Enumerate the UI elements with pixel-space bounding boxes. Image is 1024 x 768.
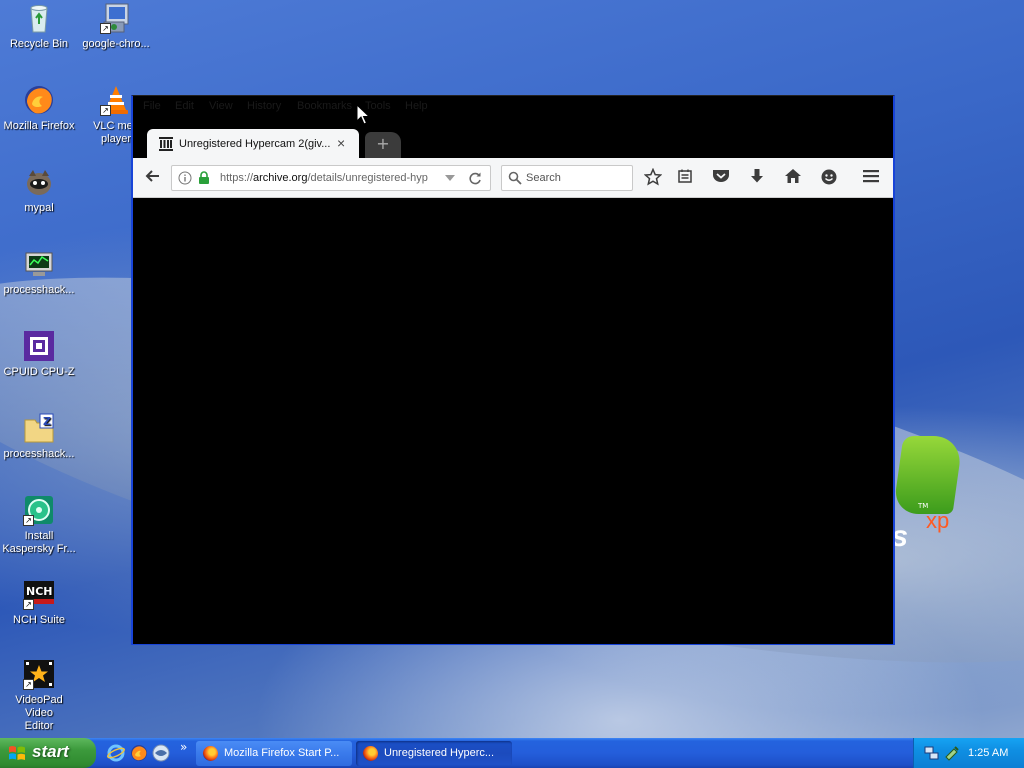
- clock[interactable]: 1:25 AM: [968, 747, 1008, 759]
- desktop-icon-mypal[interactable]: mypal: [0, 166, 78, 215]
- desktop-icon-label-line2: Editor: [24, 720, 54, 732]
- nch-icon: NCH ↗: [23, 578, 55, 610]
- processhacker-icon: [23, 248, 55, 280]
- desktop-icon-install-kaspersky[interactable]: ↗ Install Kaspersky Fr...: [0, 494, 78, 556]
- mypal-quicklaunch-icon[interactable]: [152, 744, 170, 762]
- task-label: Mozilla Firefox Start P...: [224, 747, 340, 759]
- search-icon: [508, 171, 522, 188]
- menu-history[interactable]: History: [247, 100, 281, 112]
- system-tray: 1:25 AM: [913, 738, 1024, 768]
- url-bar[interactable]: https://archive.org/details/unregistered…: [171, 165, 491, 191]
- desktop-icon-label: CPUID CPU-Z: [3, 366, 75, 378]
- back-arrow-icon[interactable]: [143, 168, 163, 188]
- menu-help[interactable]: Help: [405, 100, 428, 112]
- desktop-icon-label-line2: player: [101, 133, 131, 145]
- desktop-icon-videopad-video-editor[interactable]: ↗ VideoPad Video Editor: [0, 658, 78, 733]
- videopad-icon: ↗: [23, 658, 55, 690]
- navigation-toolbar: https://archive.org/details/unregistered…: [133, 158, 893, 198]
- task-label: Unregistered Hyperc...: [384, 747, 495, 759]
- svg-text:Z: Z: [43, 415, 51, 428]
- installer-icon: ↗: [100, 2, 132, 34]
- svg-text:NCH: NCH: [26, 585, 53, 598]
- mypal-icon: [23, 166, 55, 198]
- download-arrow-icon[interactable]: [747, 168, 767, 188]
- network-connection-icon[interactable]: [924, 745, 940, 764]
- menu-view[interactable]: View: [209, 100, 233, 112]
- start-button[interactable]: start: [0, 738, 96, 768]
- desktop-icon-recycle-bin[interactable]: Recycle Bin: [0, 2, 78, 51]
- desktop-icon-label: mypal: [24, 202, 54, 214]
- taskbar-button-firefox-start-page[interactable]: Mozilla Firefox Start P...: [196, 741, 352, 766]
- page-content-area[interactable]: [133, 199, 893, 644]
- hello-chat-icon[interactable]: [819, 168, 839, 188]
- internet-explorer-icon[interactable]: [107, 744, 125, 762]
- desktop-icon-processhacker[interactable]: processhack...: [0, 248, 78, 297]
- zip-folder-icon: Z: [23, 412, 55, 444]
- desktop-icon-label: Mozilla Firefox: [3, 120, 75, 132]
- home-icon[interactable]: [783, 168, 803, 188]
- safely-remove-hardware-icon[interactable]: [944, 745, 960, 764]
- tab-title: Unregistered Hypercam 2(giv...: [179, 138, 331, 150]
- cpuz-icon: [23, 330, 55, 362]
- menu-file[interactable]: File: [143, 100, 161, 112]
- desktop-icon-label: VideoPad Video: [15, 694, 63, 719]
- pocket-icon[interactable]: [711, 168, 731, 188]
- menu-edit[interactable]: Edit: [175, 100, 194, 112]
- desktop-icon-label: processhack...: [3, 448, 75, 460]
- search-placeholder: Search: [526, 172, 561, 184]
- desktop-icon-google-chrome-installer[interactable]: ↗ google-chro...: [77, 2, 155, 51]
- tab-active[interactable]: Unregistered Hypercam 2(giv... ×: [147, 129, 359, 159]
- quicklaunch-chevron-icon[interactable]: »: [180, 740, 187, 754]
- firefox-icon: [363, 746, 378, 761]
- vlc-icon: ↗: [100, 84, 132, 116]
- desktop-icon-label: Install: [24, 530, 54, 542]
- bookmark-star-icon[interactable]: [643, 167, 663, 188]
- desktop: ws TM xp Recycle Bin ↗ google-chro... Mo…: [0, 0, 1024, 738]
- desktop-icon-mozilla-firefox[interactable]: Mozilla Firefox: [0, 84, 78, 133]
- archive-org-favicon-icon: [159, 137, 173, 154]
- windows-flag-icon: [8, 745, 26, 761]
- url-text: https://archive.org/details/unregistered…: [220, 172, 428, 184]
- url-dropdown-icon[interactable]: [444, 173, 456, 186]
- recycle-bin-icon: [23, 2, 55, 34]
- desktop-icon-label: NCH Suite: [13, 614, 65, 626]
- secure-lock-icon[interactable]: [198, 171, 210, 188]
- firefox-icon: [23, 84, 55, 116]
- tab-close-icon[interactable]: ×: [337, 135, 345, 151]
- search-bar[interactable]: Search: [501, 165, 633, 191]
- firefox-icon: [203, 746, 218, 761]
- desktop-icon-label: processhack...: [3, 284, 75, 296]
- desktop-icon-label: Recycle Bin: [9, 38, 69, 50]
- new-tab-button[interactable]: +: [365, 132, 401, 158]
- menu-bookmarks[interactable]: Bookmarks: [297, 100, 352, 112]
- reload-icon[interactable]: [468, 171, 482, 188]
- taskbar: start » Mozilla Firefox Start P... Unreg…: [0, 738, 1024, 768]
- desktop-icon-cpuid-cpu-z[interactable]: CPUID CPU-Z: [0, 330, 78, 379]
- desktop-icon-label-line2: Kaspersky Fr...: [2, 543, 76, 555]
- firefox-window: File Edit View History Bookmarks Tools H…: [131, 95, 895, 645]
- reading-list-icon[interactable]: [675, 168, 695, 188]
- firefox-quicklaunch-icon[interactable]: [130, 744, 148, 762]
- tab-strip: Unregistered Hypercam 2(giv... × +: [133, 128, 893, 159]
- logo-superscript: xp: [926, 508, 950, 533]
- desktop-icon-processhacker-zip[interactable]: Z processhack...: [0, 412, 78, 461]
- info-icon[interactable]: [178, 171, 192, 188]
- kaspersky-icon: ↗: [23, 494, 55, 526]
- desktop-icon-nch-suite[interactable]: NCH ↗ NCH Suite: [0, 578, 78, 627]
- mouse-cursor-icon: [356, 103, 371, 129]
- hamburger-menu-icon[interactable]: [861, 168, 881, 188]
- taskbar-button-unregistered-hypercam[interactable]: Unregistered Hyperc...: [356, 741, 512, 766]
- start-label: start: [32, 742, 69, 761]
- desktop-icon-label: google-chro...: [82, 38, 150, 50]
- menu-bar: File Edit View History Bookmarks Tools H…: [133, 96, 893, 118]
